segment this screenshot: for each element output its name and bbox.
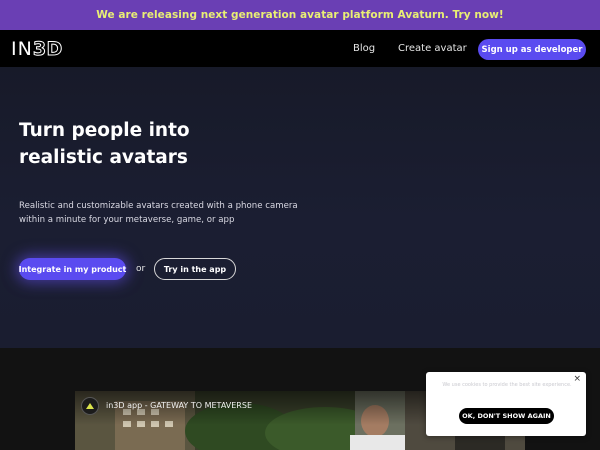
in3d-channel-avatar-icon[interactable]	[81, 397, 99, 415]
announcement-text[interactable]: We are releasing next generation avatar …	[96, 9, 504, 21]
try-in-app-button[interactable]: Try in the app	[154, 258, 236, 280]
logo-text-3d: 3D	[32, 37, 63, 60]
top-navigation: IN 3D Blog Create avatar Sign up as deve…	[0, 30, 600, 67]
hero-title: Turn people into realistic avatars	[19, 120, 190, 168]
cookie-consent-popup: × We use cookies to provide the best sit…	[426, 372, 586, 436]
hero-section: Turn people into realistic avatars Reali…	[0, 67, 600, 348]
nav-link-blog[interactable]: Blog	[353, 43, 375, 54]
close-icon[interactable]: ×	[573, 374, 581, 384]
nav-link-create-avatar[interactable]: Create avatar	[398, 43, 467, 54]
integrate-product-button[interactable]: Integrate in my product	[19, 258, 126, 280]
announcement-banner[interactable]: We are releasing next generation avatar …	[0, 0, 600, 30]
or-separator: or	[136, 264, 146, 274]
in3d-logo[interactable]: IN 3D	[11, 37, 63, 60]
cookie-message: We use cookies to provide the best site …	[442, 382, 572, 388]
logo-text-in: IN	[11, 37, 33, 60]
hero-subtitle: Realistic and customizable avatars creat…	[19, 201, 298, 225]
video-title[interactable]: in3D app - GATEWAY TO METAVERSE	[106, 401, 252, 410]
cookie-accept-button[interactable]: OK, DON'T SHOW AGAIN	[459, 408, 554, 424]
sign-up-developer-button[interactable]: Sign up as developer	[478, 39, 586, 60]
